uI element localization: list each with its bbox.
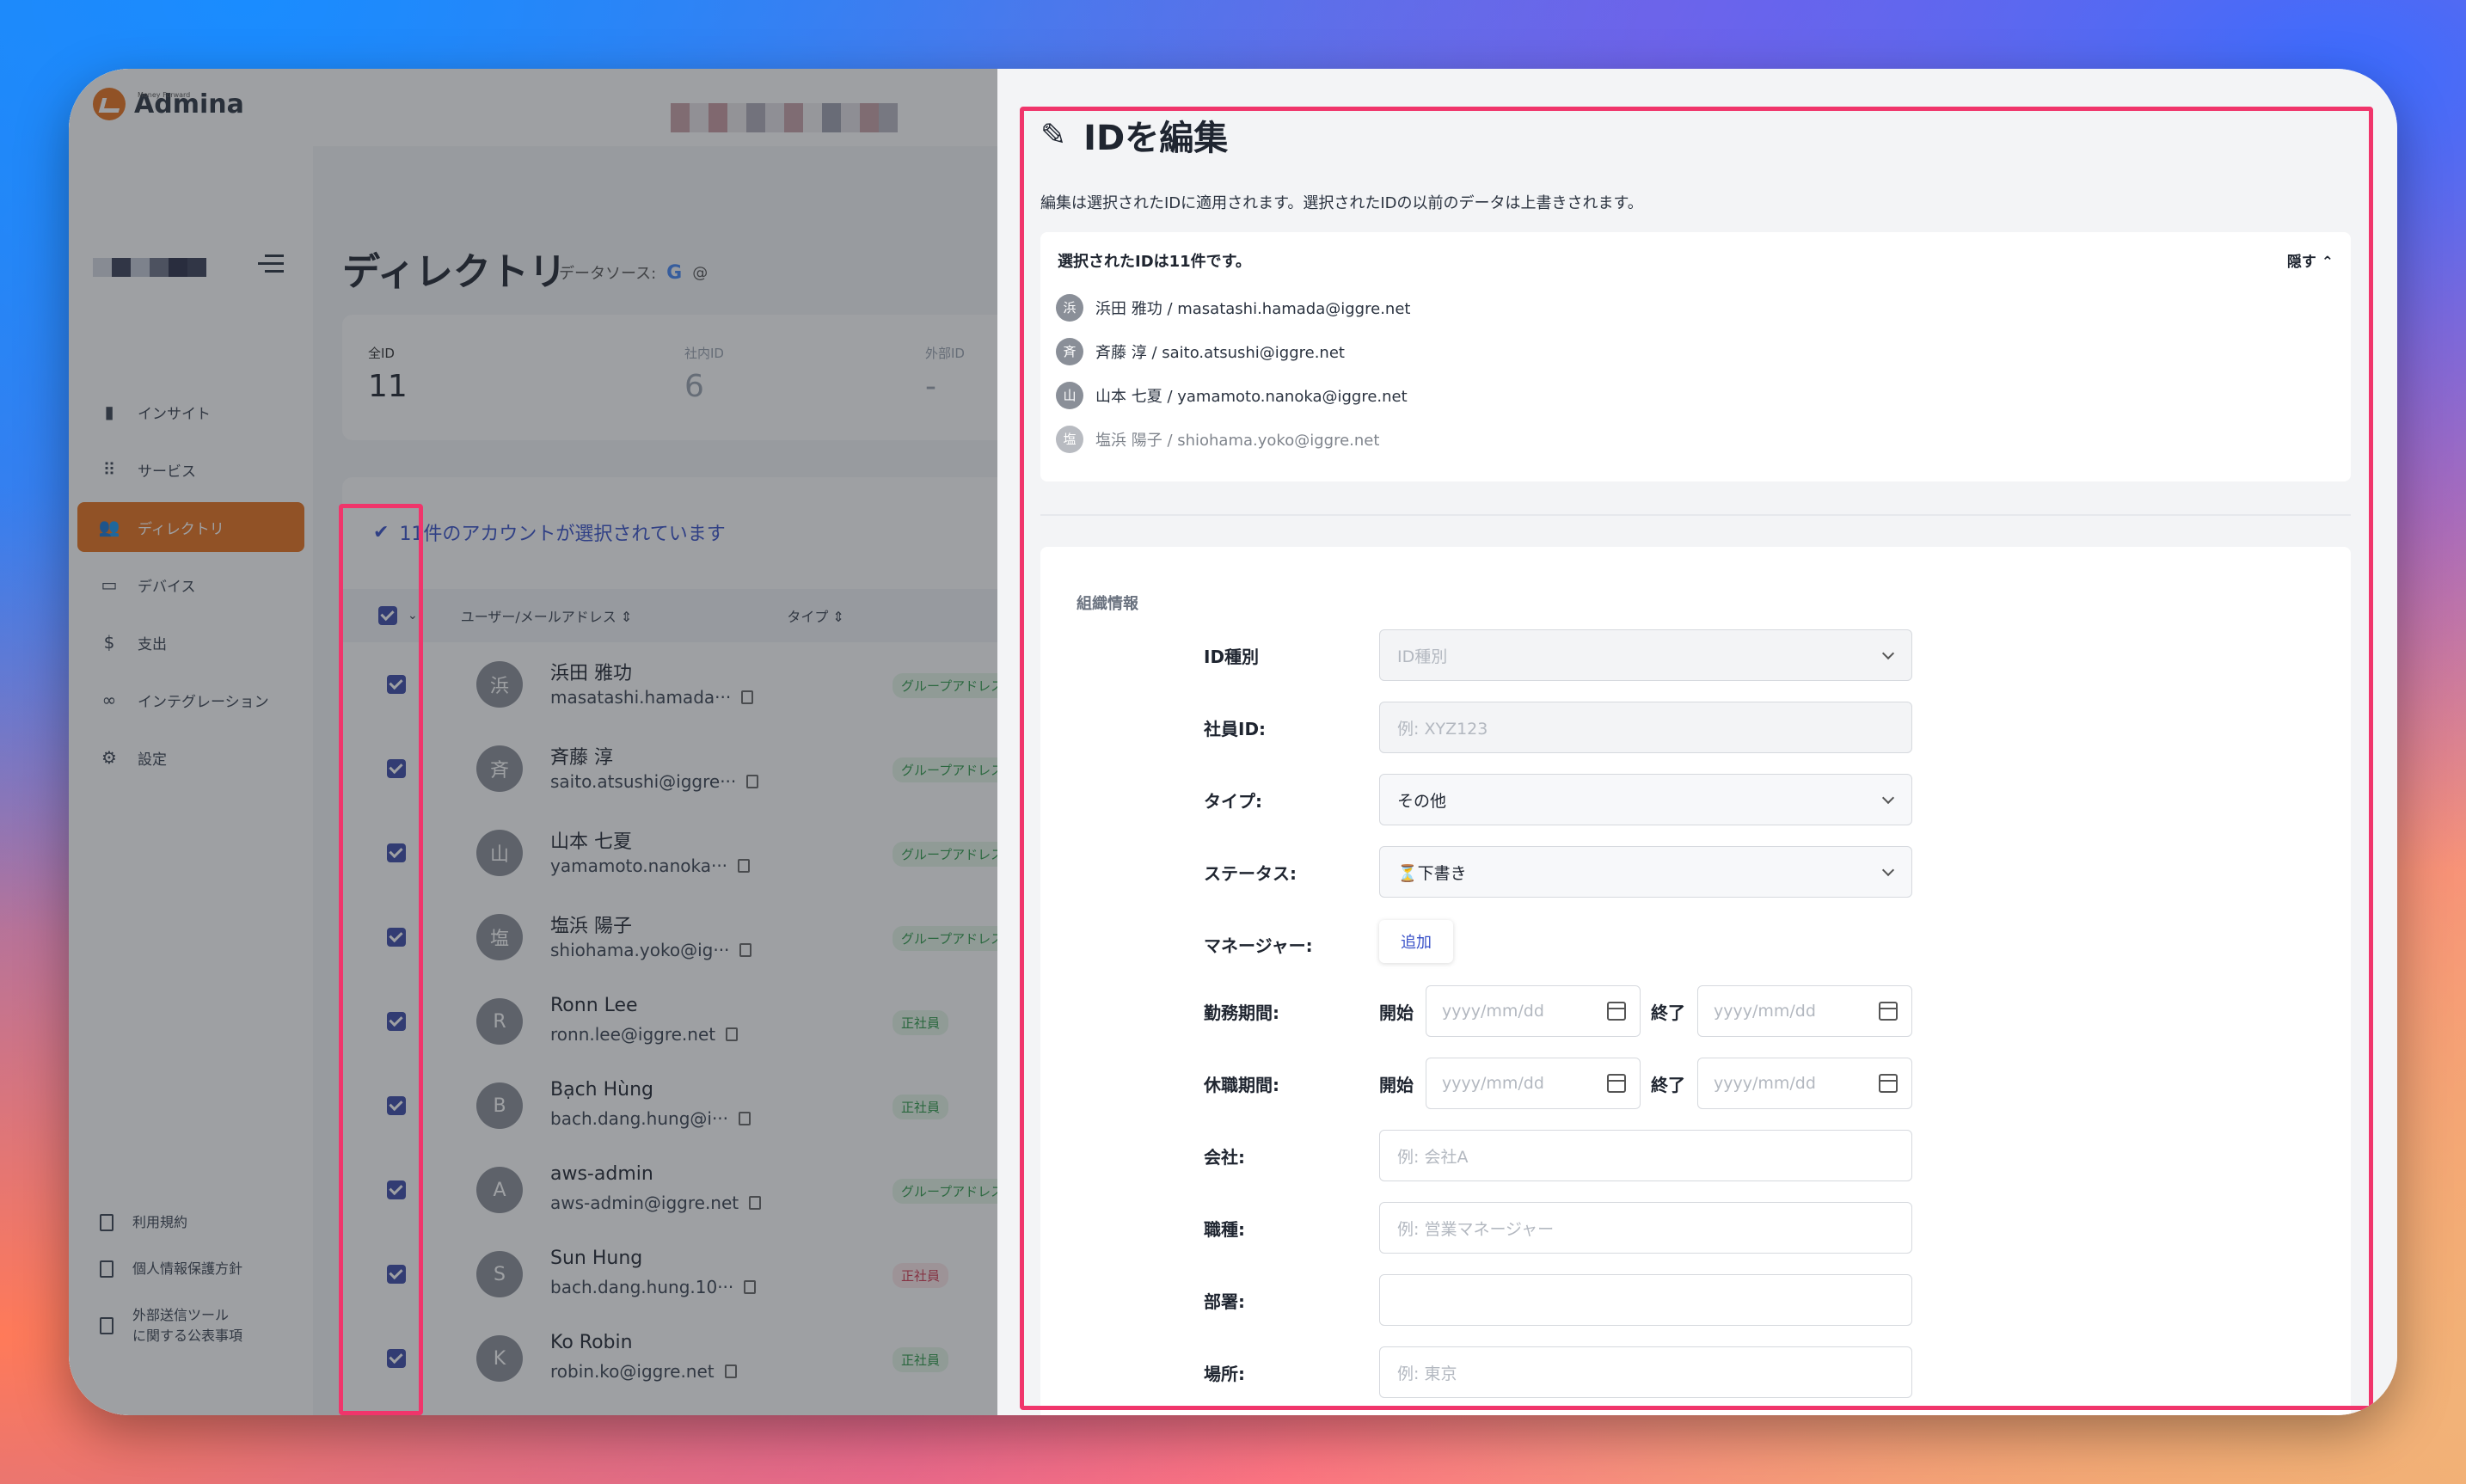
chevron-down-icon — [1881, 791, 1895, 805]
selected-id-text: 山本 七夏 / yamamoto.nanoka@iggre.net — [1095, 387, 1408, 406]
selected-id-item: 斉斉藤 淳 / saito.atsushi@iggre.net — [1056, 329, 1410, 373]
modal-backdrop[interactable] — [69, 69, 997, 1415]
calendar-icon — [1607, 1002, 1626, 1021]
section-label: 組織情報 — [1077, 595, 1138, 613]
job-input[interactable]: 例: 営業マネージャー — [1379, 1202, 1912, 1254]
id-type-select[interactable]: ID種別 — [1379, 629, 1912, 681]
selected-id-item: 浜浜田 雅功 / masatashi.hamada@iggre.net — [1056, 285, 1410, 329]
avatar: 浜 — [1056, 293, 1083, 322]
work-end-date[interactable]: yyyy/mm/dd — [1697, 985, 1912, 1037]
company-input[interactable]: 例: 会社A — [1379, 1130, 1912, 1181]
calendar-icon — [1879, 1074, 1898, 1093]
field-job: 職種: 例: 営業マネージャー — [1040, 1202, 2351, 1254]
panel-description: 編集は選択されたIDに適用されます。選択されたIDの以前のデータは上書きされます… — [1040, 194, 1643, 212]
selected-id-text: 斉藤 淳 / saito.atsushi@iggre.net — [1095, 343, 1345, 362]
status-select[interactable]: ⏳下書き — [1379, 846, 1912, 898]
field-employee-id: 社員ID: 例: XYZ123 — [1040, 702, 2351, 753]
selected-list: 浜浜田 雅功 / masatashi.hamada@iggre.net 斉斉藤 淳… — [1056, 285, 1410, 461]
avatar: 塩 — [1056, 425, 1083, 453]
selected-id-item: 山山本 七夏 / yamamoto.nanoka@iggre.net — [1056, 373, 1410, 417]
field-leave-period: 休職期間: 開始 yyyy/mm/dd 終了 yyyy/mm/dd — [1040, 1058, 2351, 1109]
avatar: 斉 — [1056, 337, 1083, 365]
field-id-type: ID種別 ID種別 — [1040, 629, 2351, 681]
leave-end-date[interactable]: yyyy/mm/dd — [1697, 1058, 1912, 1109]
highlight-checkbox-column — [339, 504, 423, 1415]
field-department: 部署: — [1040, 1274, 2351, 1326]
selected-heading: 選択されたIDは11件です。 — [1058, 253, 1251, 271]
field-company: 会社: 例: 会社A — [1040, 1130, 2351, 1181]
chevron-up-icon: ⌃ — [2321, 254, 2334, 271]
leave-start-date[interactable]: yyyy/mm/dd — [1426, 1058, 1641, 1109]
selected-id-text: 塩浜 陽子 / shiohama.yoko@iggre.net — [1095, 431, 1380, 450]
field-type: タイプ: その他 — [1040, 774, 2351, 825]
selected-id-item: 塩塩浜 陽子 / shiohama.yoko@iggre.net — [1056, 417, 1410, 461]
chevron-down-icon — [1881, 647, 1895, 660]
calendar-icon — [1879, 1002, 1898, 1021]
department-input[interactable] — [1379, 1274, 1912, 1326]
field-work-period: 勤務期間: 開始 yyyy/mm/dd 終了 yyyy/mm/dd — [1040, 985, 2351, 1037]
edit-id-panel: ✎ IDを編集 編集は選択されたIDに適用されます。選択されたIDの以前のデータ… — [997, 69, 2397, 1415]
calendar-icon — [1607, 1074, 1626, 1093]
selected-ids-card: 選択されたIDは11件です。 隠す ⌃ 浜浜田 雅功 / masatashi.h… — [1040, 232, 2351, 481]
add-manager-button[interactable]: 追加 — [1379, 920, 1453, 963]
field-manager: マネージャー: 追加 — [1040, 918, 2351, 970]
admina-app: Admina Money Forward ▮ インサイト ⠿ サービス 👥 ディ… — [69, 69, 1064, 1415]
pencil-icon: ✎ — [1040, 117, 1067, 153]
employee-id-input[interactable]: 例: XYZ123 — [1379, 702, 1912, 753]
hide-toggle[interactable]: 隠す ⌃ — [2287, 249, 2334, 271]
field-status: ステータス: ⏳下書き — [1040, 846, 2351, 898]
app-window: Admina Money Forward ▮ インサイト ⠿ サービス 👥 ディ… — [69, 69, 2397, 1415]
field-location: 場所: 例: 東京 — [1040, 1346, 2351, 1398]
org-info-form: 組織情報 ID種別 ID種別 社員ID: 例: XYZ123 タイプ: その他 — [1040, 547, 2351, 1415]
location-input[interactable]: 例: 東京 — [1379, 1346, 1912, 1398]
work-start-date[interactable]: yyyy/mm/dd — [1426, 985, 1641, 1037]
type-select[interactable]: その他 — [1379, 774, 1912, 825]
avatar: 山 — [1056, 381, 1083, 409]
panel-title: ✎ IDを編集 — [1040, 117, 1229, 159]
selected-id-text: 浜田 雅功 / masatashi.hamada@iggre.net — [1095, 299, 1411, 318]
divider — [1040, 514, 2351, 516]
chevron-down-icon — [1881, 863, 1895, 877]
